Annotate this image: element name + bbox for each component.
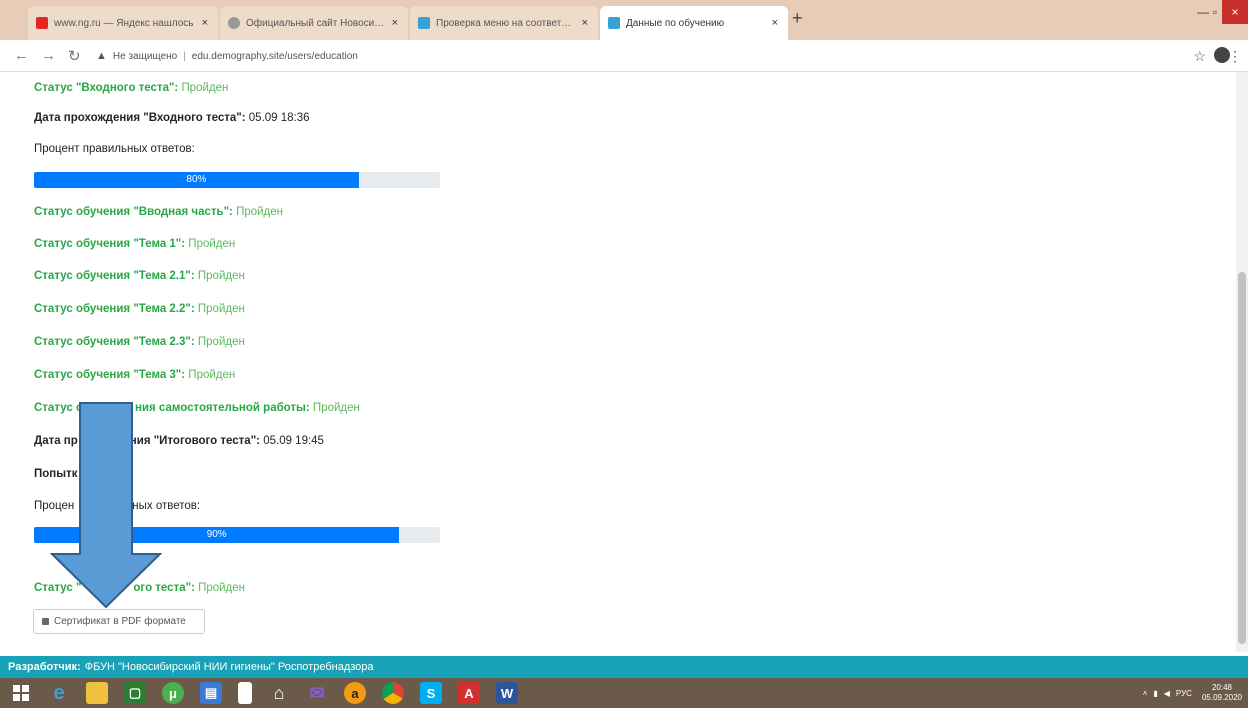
volume-icon[interactable]: ◀ (1164, 689, 1170, 698)
tab-label: Данные по обучению (626, 17, 725, 29)
topic-status: Статус обучения "Тема 2.2": Пройден (34, 303, 245, 315)
insecure-label: Не защищено (112, 50, 178, 62)
tab-novosibirsk[interactable]: Официальный сайт Новосибир × (220, 6, 408, 40)
footer-text: ФБУН "Новосибирский НИИ гигиены" Роспотр… (84, 661, 374, 673)
date-label: Дата прохождения "Входного теста": (34, 112, 246, 124)
page-footer: Разработчик: ФБУН "Новосибирский НИИ гиг… (0, 656, 1248, 678)
forward-icon[interactable]: → (41, 47, 56, 64)
tab-menu-check[interactable]: Проверка меню на соответств × (410, 6, 598, 40)
topic-value: Пройден (188, 369, 236, 381)
torrent-icon[interactable]: μ (162, 682, 184, 704)
down-arrow-annotation (50, 402, 162, 608)
close-icon[interactable]: × (202, 17, 208, 29)
status-label: Статус "Входного теста": (34, 82, 179, 94)
entry-test-date: Дата прохождения "Входного теста": 05.09… (34, 112, 310, 124)
status-value: Пройден (198, 582, 246, 594)
topic-label: Статус обучения "Тема 2.2": (34, 303, 195, 315)
windows-start-icon[interactable] (10, 682, 32, 704)
language-indicator[interactable]: РУС (1176, 689, 1192, 698)
explorer-icon[interactable] (86, 682, 108, 704)
reload-icon[interactable]: ↻ (68, 47, 81, 65)
entry-progress-bar: 80% (34, 172, 359, 188)
tab-label: www.ng.ru — Яндекс нашлось (54, 17, 194, 29)
tab-education-data[interactable]: Данные по обучению × (600, 6, 788, 40)
ie-icon[interactable]: e (48, 682, 70, 704)
edu-icon (418, 17, 430, 29)
page-content: Статус "Входного теста": Пройден Дата пр… (0, 72, 1236, 652)
skype-icon[interactable]: S (420, 682, 442, 704)
word-icon[interactable]: W (496, 682, 518, 704)
warning-icon: ▲ (96, 50, 107, 62)
store-icon[interactable]: ▢ (124, 682, 146, 704)
topic-label: Статус обучения "Тема 2.3": (34, 336, 195, 348)
tab-label: Проверка меню на соответств (436, 17, 576, 29)
close-icon[interactable]: × (582, 17, 588, 29)
tab-yandex[interactable]: www.ng.ru — Яндекс нашлось × (28, 6, 218, 40)
page-scrollbar[interactable] (1236, 72, 1248, 652)
tab-label: Официальный сайт Новосибир (246, 17, 386, 29)
clock-date: 05.09.2020 (1201, 693, 1242, 702)
browser-tab-strip: www.ng.ru — Яндекс нашлось × Официальный… (0, 0, 1248, 40)
close-window-icon[interactable]: × (1222, 0, 1248, 24)
browser-toolbar: ← → ↻ ▲ Не защищено | edu.demography.sit… (0, 40, 1248, 72)
close-icon[interactable]: × (772, 17, 778, 29)
topic-value: Пройден (197, 336, 245, 348)
windows-taskbar: e ▢ μ ▤ ⌂ ✉ a S A W ˄ ▮ ◀ РУС 20:48 05.0… (0, 678, 1248, 708)
entry-progress: 80% (34, 172, 440, 188)
back-icon[interactable]: ← (14, 47, 29, 64)
home-icon[interactable]: ⌂ (268, 682, 290, 704)
address-bar[interactable]: ▲ Не защищено | edu.demography.site/user… (96, 46, 358, 66)
chevron-up-icon[interactable]: ˄ (1143, 689, 1148, 698)
topic-label: Статус обучения "Тема 2.1": (34, 270, 195, 282)
date-value: 05.09 18:36 (248, 112, 310, 124)
mail-icon[interactable]: ✉ (306, 682, 328, 704)
entry-test-status: Статус "Входного теста": Пройден (34, 82, 228, 94)
avast-icon[interactable]: a (344, 682, 366, 704)
network-icon[interactable]: ▮ (1153, 689, 1157, 698)
bookmark-star-icon[interactable]: ☆ (1193, 48, 1206, 65)
date-value: 05.09 19:45 (263, 435, 324, 447)
system-tray: ˄ ▮ ◀ РУС 20:48 05.09.2020 (1137, 678, 1242, 708)
maximize-icon[interactable]: ▫ (1208, 0, 1222, 24)
close-icon[interactable]: × (392, 17, 398, 29)
clock[interactable]: 20:48 05.09.2020 (1202, 683, 1242, 703)
topic-status: Статус обучения "Тема 2.1": Пройден (34, 270, 245, 282)
chrome-icon[interactable] (382, 682, 404, 704)
edu-icon (608, 17, 620, 29)
certificate-pdf-button[interactable]: Сертификат в PDF формате (33, 609, 205, 634)
yandex-icon (36, 17, 48, 29)
globe-icon (228, 17, 240, 29)
url-text: edu.demography.site/users/education (191, 50, 358, 62)
clock-time: 20:48 (1211, 683, 1232, 692)
status-value: Пройден (312, 402, 360, 414)
address-separator: | (183, 50, 186, 62)
topic-label: Статус обучения "Вводная часть": (34, 206, 233, 218)
topic-label: Статус обучения "Тема 1": (34, 238, 186, 250)
menu-icon[interactable]: ⋮ (1228, 48, 1242, 65)
topic-value: Пройден (236, 206, 284, 218)
status-value: Пройден (181, 82, 229, 94)
topic-value: Пройден (197, 303, 245, 315)
topic-label: Статус обучения "Тема 3": (34, 369, 186, 381)
topic-value: Пройден (188, 238, 236, 250)
file-icon (42, 618, 49, 625)
certificate-button-label: Сертификат в PDF формате (54, 616, 186, 627)
file-icon[interactable] (238, 682, 252, 704)
topic-status: Статус обучения "Вводная часть": Пройден (34, 206, 283, 218)
monitor-icon[interactable]: ▤ (200, 682, 222, 704)
topic-status: Статус обучения "Тема 2.3": Пройден (34, 336, 245, 348)
topic-status: Статус обучения "Тема 1": Пройден (34, 238, 235, 250)
scrollbar-thumb[interactable] (1238, 272, 1246, 644)
new-tab-button[interactable]: + (792, 8, 803, 29)
pdf-icon[interactable]: A (458, 682, 480, 704)
topic-status: Статус обучения "Тема 3": Пройден (34, 369, 235, 381)
entry-percent-label: Процент правильных ответов: (34, 143, 195, 155)
footer-label: Разработчик: (8, 661, 81, 673)
topic-value: Пройден (197, 270, 245, 282)
